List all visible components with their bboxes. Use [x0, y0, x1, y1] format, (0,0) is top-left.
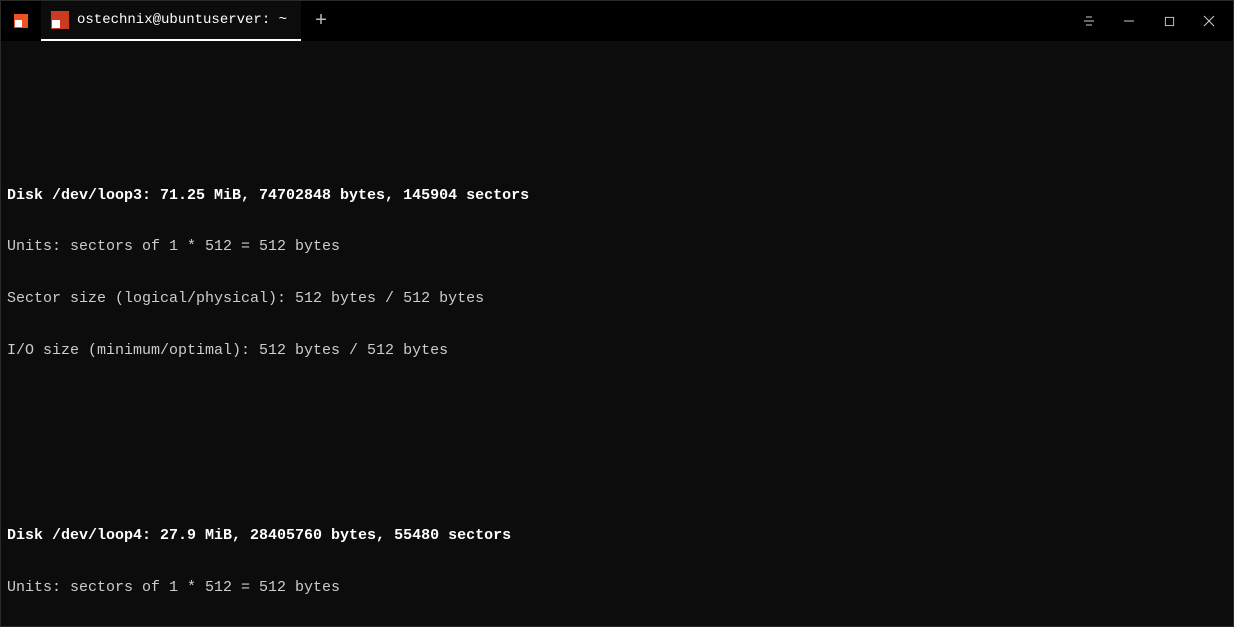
disk-units: Units: sectors of 1 * 512 = 512 bytes — [7, 238, 1227, 255]
terminal-viewport[interactable]: Disk /dev/loop3: 71.25 MiB, 74702848 byt… — [1, 41, 1233, 626]
terminal-tab-active[interactable]: ostechnix@ubuntuserver: ~ — [41, 1, 301, 41]
app-icon[interactable] — [1, 1, 41, 41]
dropdown-button[interactable] — [1069, 1, 1109, 41]
close-button[interactable] — [1189, 1, 1229, 41]
terminal-window: ostechnix@ubuntuserver: ~ + — [0, 0, 1234, 627]
disk-head: Disk /dev/loop3: 71.25 MiB, 74702848 byt… — [7, 187, 1227, 204]
disk-iosize: I/O size (minimum/optimal): 512 bytes / … — [7, 342, 1227, 359]
maximize-button[interactable] — [1149, 1, 1189, 41]
disk-block-loop4: Disk /dev/loop4: 27.9 MiB, 28405760 byte… — [7, 493, 1227, 627]
minimize-button[interactable] — [1109, 1, 1149, 41]
disk-units: Units: sectors of 1 * 512 = 512 bytes — [7, 579, 1227, 596]
plus-icon: + — [315, 10, 327, 33]
disk-head: Disk /dev/loop4: 27.9 MiB, 28405760 byte… — [7, 527, 1227, 544]
new-tab-button[interactable]: + — [301, 1, 341, 41]
tab-title: ostechnix@ubuntuserver: ~ — [77, 12, 287, 28]
terminal-tab-icon — [51, 11, 69, 29]
titlebar: ostechnix@ubuntuserver: ~ + — [1, 1, 1233, 41]
disk-block-loop3: Disk /dev/loop3: 71.25 MiB, 74702848 byt… — [7, 152, 1227, 394]
disk-secsize: Sector size (logical/physical): 512 byte… — [7, 290, 1227, 307]
window-controls — [1069, 1, 1233, 41]
titlebar-drag-area[interactable] — [341, 1, 1069, 41]
